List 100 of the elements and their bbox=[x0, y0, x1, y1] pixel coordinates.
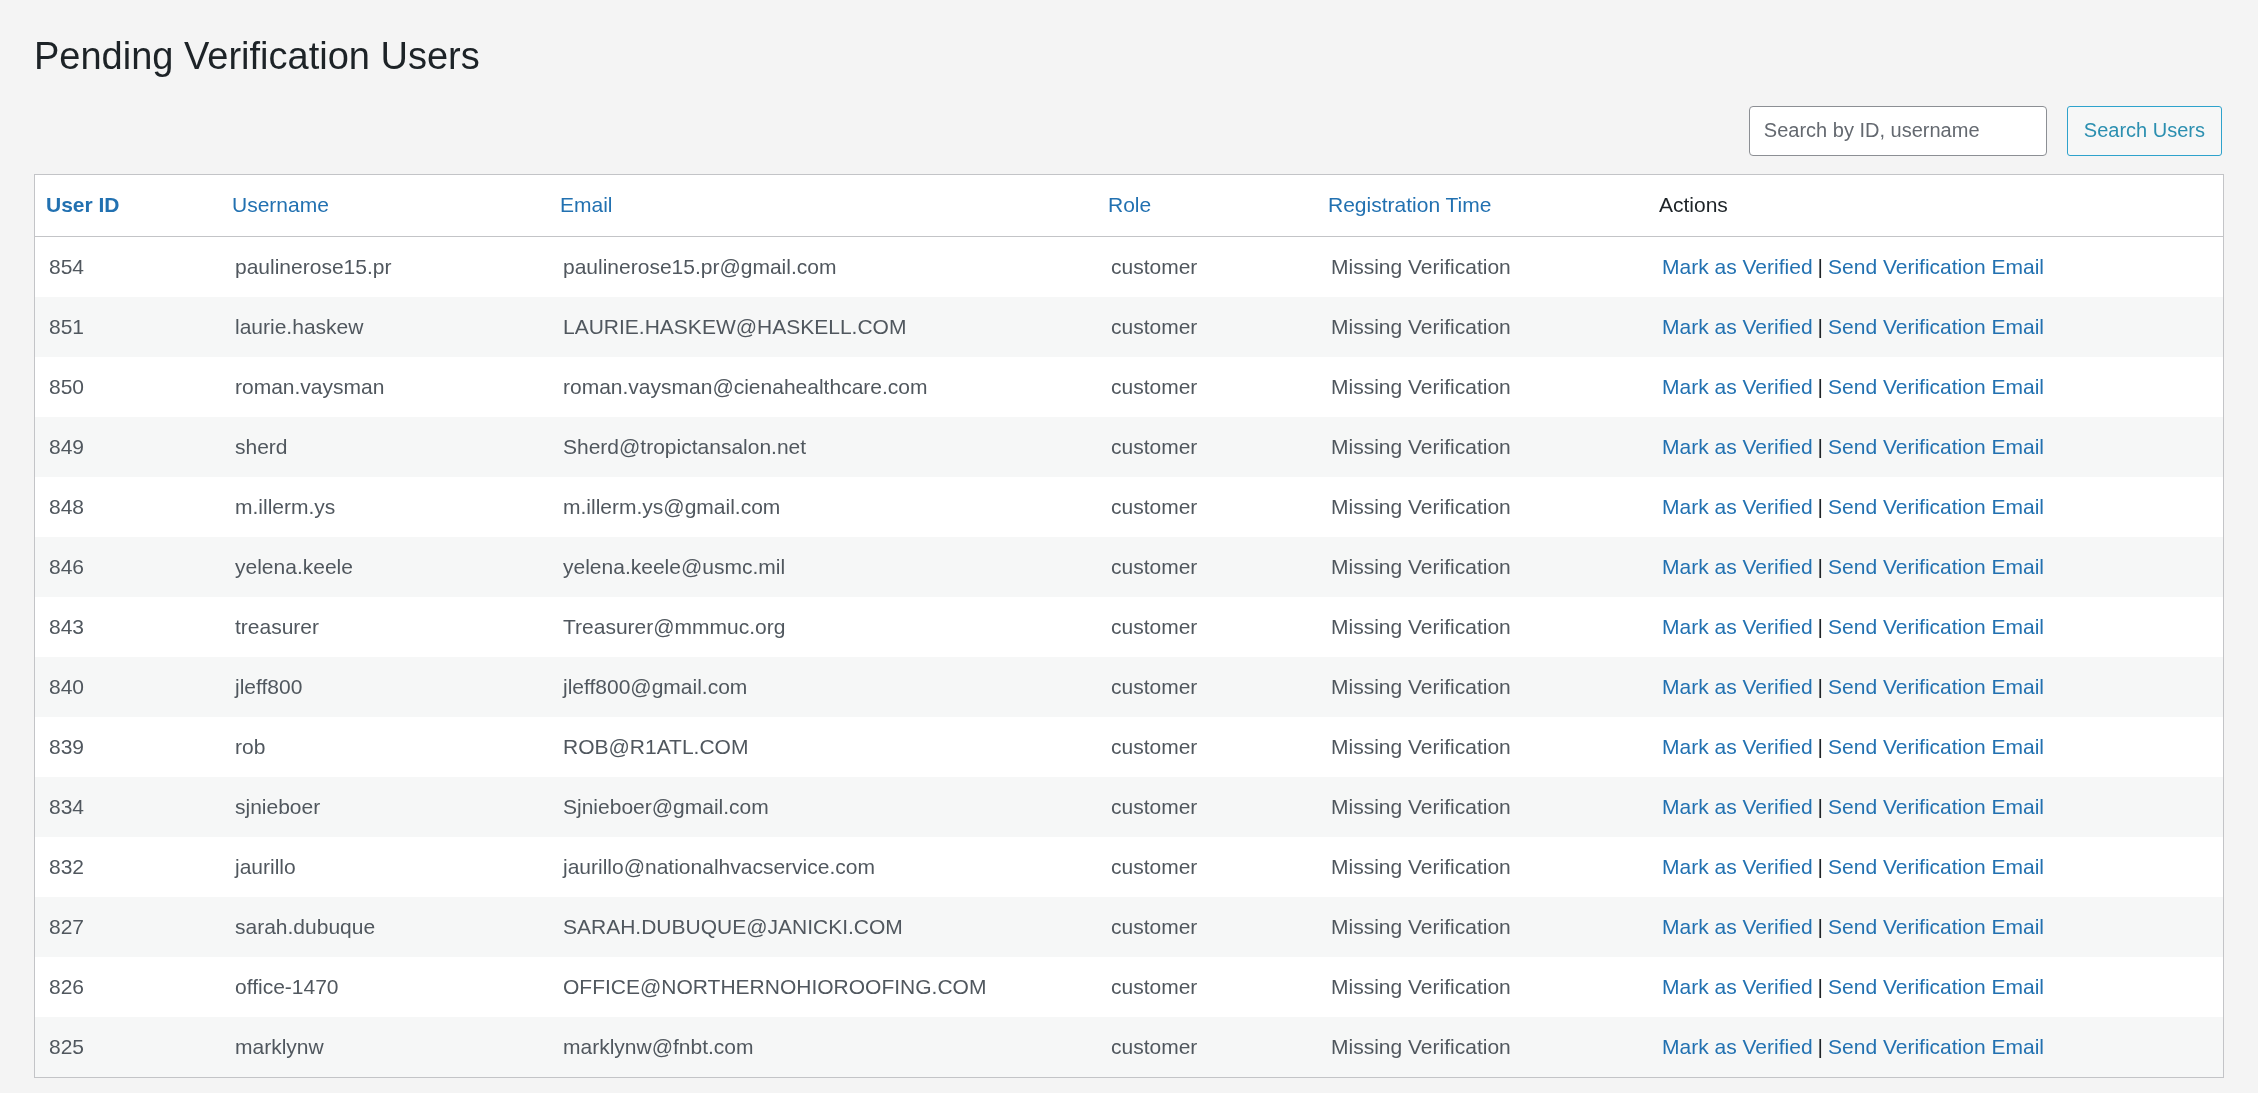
role-cell: customer bbox=[1111, 1034, 1198, 1058]
username-cell: laurie.haskew bbox=[235, 314, 364, 338]
registration-cell: Missing Verification bbox=[1331, 614, 1511, 638]
separator: | bbox=[1817, 914, 1824, 939]
user-id-cell: 827 bbox=[49, 914, 85, 938]
action-link[interactable]: Send Verification Email bbox=[1828, 494, 2044, 519]
action-link[interactable]: Mark as Verified bbox=[1662, 914, 1813, 939]
action-link[interactable]: Send Verification Email bbox=[1828, 314, 2044, 339]
separator: | bbox=[1817, 434, 1824, 459]
registration-cell: Missing Verification bbox=[1331, 794, 1511, 818]
action-link[interactable]: Mark as Verified bbox=[1662, 974, 1813, 999]
separator: | bbox=[1817, 374, 1824, 399]
registration-cell: Missing Verification bbox=[1331, 314, 1511, 338]
separator: | bbox=[1817, 314, 1824, 339]
role-cell: customer bbox=[1111, 854, 1198, 878]
user-id-cell: 839 bbox=[49, 734, 85, 758]
column-header-link[interactable]: Registration Time bbox=[1328, 193, 1492, 217]
username-cell: sarah.dubuque bbox=[235, 914, 376, 938]
email-cell: jaurillo@nationalhvacservice.com bbox=[563, 854, 875, 878]
action-link[interactable]: Mark as Verified bbox=[1662, 674, 1813, 699]
separator: | bbox=[1817, 674, 1824, 699]
action-link[interactable]: Send Verification Email bbox=[1828, 854, 2044, 879]
role-cell: customer bbox=[1111, 494, 1198, 518]
column-heading: Actions bbox=[1659, 193, 1728, 217]
registration-cell: Missing Verification bbox=[1331, 374, 1511, 398]
action-link[interactable]: Send Verification Email bbox=[1828, 254, 2044, 279]
action-link[interactable]: Mark as Verified bbox=[1662, 374, 1813, 399]
user-id-cell: 848 bbox=[49, 494, 85, 518]
column-header-link[interactable]: Username bbox=[232, 193, 329, 217]
email-cell: OFFICE@NORTHERNOHIOROOFING.COM bbox=[563, 974, 987, 998]
action-link[interactable]: Mark as Verified bbox=[1662, 1034, 1813, 1059]
column-header-link[interactable]: Role bbox=[1108, 193, 1152, 217]
action-link[interactable]: Mark as Verified bbox=[1662, 854, 1813, 879]
user-id-cell: 850 bbox=[49, 374, 85, 398]
search-users-button[interactable]: Search Users bbox=[2066, 105, 2222, 156]
action-link[interactable]: Send Verification Email bbox=[1828, 1034, 2044, 1059]
registration-cell: Missing Verification bbox=[1331, 914, 1511, 938]
email-cell: ROB@R1ATL.COM bbox=[563, 734, 749, 758]
user-id-cell: 843 bbox=[49, 614, 85, 638]
action-link[interactable]: Mark as Verified bbox=[1662, 254, 1813, 279]
separator: | bbox=[1817, 854, 1824, 879]
action-link[interactable]: Mark as Verified bbox=[1662, 614, 1813, 639]
email-cell: LAURIE.HASKEW@HASKELL.COM bbox=[563, 314, 907, 338]
user-id-cell: 832 bbox=[49, 854, 85, 878]
action-link[interactable]: Mark as Verified bbox=[1662, 494, 1813, 519]
action-link[interactable]: Mark as Verified bbox=[1662, 554, 1813, 579]
separator: | bbox=[1817, 554, 1824, 579]
email-cell: Treasurer@mmmuc.org bbox=[563, 614, 786, 638]
separator: | bbox=[1817, 974, 1824, 999]
action-link[interactable]: Send Verification Email bbox=[1828, 374, 2044, 399]
username-cell: office-1470 bbox=[235, 974, 339, 998]
separator: | bbox=[1817, 1034, 1824, 1059]
column-header-link[interactable]: User ID bbox=[46, 193, 120, 217]
registration-cell: Missing Verification bbox=[1331, 974, 1511, 998]
action-link[interactable]: Mark as Verified bbox=[1662, 434, 1813, 459]
action-link[interactable]: Send Verification Email bbox=[1828, 914, 2044, 939]
email-cell: m.illerm.ys@gmail.com bbox=[563, 494, 781, 518]
action-link[interactable]: Send Verification Email bbox=[1828, 674, 2044, 699]
action-link[interactable]: Send Verification Email bbox=[1828, 554, 2044, 579]
registration-cell: Missing Verification bbox=[1331, 494, 1511, 518]
username-cell: rob bbox=[235, 734, 266, 758]
username-cell: roman.vaysman bbox=[235, 374, 385, 398]
action-link[interactable]: Mark as Verified bbox=[1662, 794, 1813, 819]
action-link[interactable]: Send Verification Email bbox=[1828, 614, 2044, 639]
email-cell: SARAH.DUBUQUE@JANICKI.COM bbox=[563, 914, 903, 938]
username-cell: treasurer bbox=[235, 614, 320, 638]
user-id-cell: 834 bbox=[49, 794, 85, 818]
role-cell: customer bbox=[1111, 554, 1198, 578]
separator: | bbox=[1817, 494, 1824, 519]
user-id-cell: 849 bbox=[49, 434, 85, 458]
separator: | bbox=[1817, 794, 1824, 819]
email-cell: paulinerose15.pr@gmail.com bbox=[563, 254, 837, 278]
username-cell: jleff800 bbox=[235, 674, 303, 698]
username-cell: sjnieboer bbox=[235, 794, 321, 818]
action-link[interactable]: Send Verification Email bbox=[1828, 794, 2044, 819]
page-title: Pending Verification Users bbox=[34, 34, 481, 79]
role-cell: customer bbox=[1111, 614, 1198, 638]
username-cell: sherd bbox=[235, 434, 288, 458]
username-cell: yelena.keele bbox=[235, 554, 353, 578]
column-header-link[interactable]: Email bbox=[560, 193, 613, 217]
action-link[interactable]: Send Verification Email bbox=[1828, 734, 2044, 759]
email-cell: roman.vaysman@cienahealthcare.com bbox=[563, 374, 928, 398]
action-link[interactable]: Mark as Verified bbox=[1662, 734, 1813, 759]
search-field[interactable]: Search by ID, username bbox=[1748, 105, 2047, 156]
registration-cell: Missing Verification bbox=[1331, 854, 1511, 878]
email-cell: yelena.keele@usmc.mil bbox=[563, 554, 786, 578]
user-id-cell: 851 bbox=[49, 314, 85, 338]
action-link[interactable]: Mark as Verified bbox=[1662, 314, 1813, 339]
user-id-cell: 840 bbox=[49, 674, 85, 698]
action-link[interactable]: Send Verification Email bbox=[1828, 434, 2044, 459]
role-cell: customer bbox=[1111, 314, 1198, 338]
separator: | bbox=[1817, 734, 1824, 759]
email-cell: jleff800@gmail.com bbox=[563, 674, 748, 698]
action-link[interactable]: Send Verification Email bbox=[1828, 974, 2044, 999]
registration-cell: Missing Verification bbox=[1331, 1034, 1511, 1058]
registration-cell: Missing Verification bbox=[1331, 254, 1511, 278]
role-cell: customer bbox=[1111, 914, 1198, 938]
role-cell: customer bbox=[1111, 734, 1198, 758]
separator: | bbox=[1817, 254, 1824, 279]
role-cell: customer bbox=[1111, 794, 1198, 818]
